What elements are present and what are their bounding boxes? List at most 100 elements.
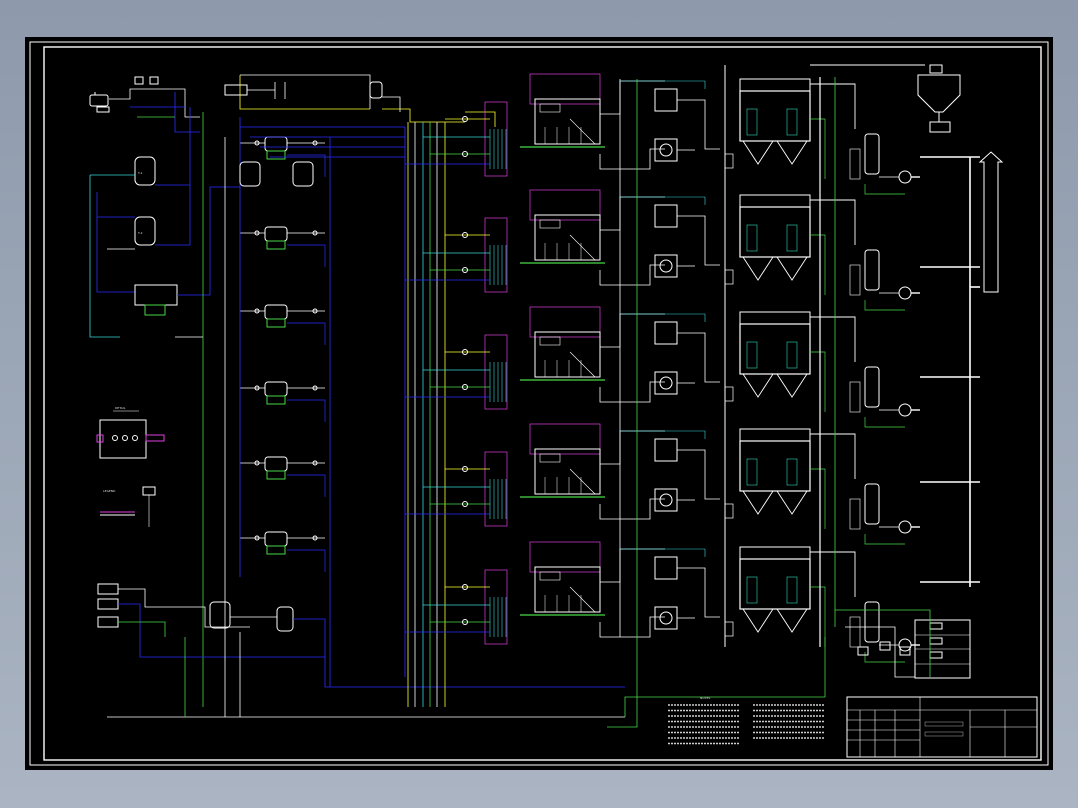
reactor-label-box xyxy=(539,103,561,113)
baghouse-hopper xyxy=(742,608,808,633)
baghouse-top xyxy=(739,78,811,92)
cyan-line xyxy=(620,430,706,439)
fan-icon xyxy=(898,286,912,300)
rotary-valve xyxy=(724,153,734,169)
filter-base xyxy=(266,545,286,555)
drain-line xyxy=(864,184,905,195)
baghouse-body xyxy=(739,90,811,142)
reactor-diagonal xyxy=(569,234,596,261)
twin-vessel xyxy=(292,161,314,187)
outlet-line xyxy=(810,199,856,245)
reactor-label-box xyxy=(539,453,561,463)
rotary-valve xyxy=(724,621,734,637)
bag-element xyxy=(786,458,798,486)
scrubber-tower xyxy=(864,601,880,643)
reactor-diagonal xyxy=(569,586,596,613)
reactor-diagonal xyxy=(569,351,596,378)
scrubber-side xyxy=(849,616,861,648)
svg-text:LEGEND: LEGEND xyxy=(103,489,116,493)
left-feed-section: T-1 T-2 DETAIL LEGEND xyxy=(89,76,625,718)
scrubber-side xyxy=(849,498,861,530)
bag-element xyxy=(746,458,758,486)
blower-box xyxy=(654,254,678,278)
bag-element xyxy=(786,341,798,369)
cooler-box xyxy=(654,204,678,228)
scrubber-tower xyxy=(864,133,880,175)
rotary-valve xyxy=(724,269,734,285)
fan-icon xyxy=(659,143,673,157)
reactor-diagonal xyxy=(569,118,596,145)
bag-element xyxy=(786,576,798,604)
outlet-line xyxy=(810,234,826,295)
outlet-line xyxy=(810,83,856,129)
filter-base xyxy=(266,150,286,160)
fan-icon xyxy=(659,376,673,390)
reactor-label-box xyxy=(539,571,561,581)
reactor-frame xyxy=(484,451,508,527)
filter-vessel xyxy=(264,304,288,320)
filter-return xyxy=(287,474,326,497)
blower-box xyxy=(654,606,678,630)
gas-line xyxy=(677,99,720,150)
cooler-box xyxy=(654,438,678,462)
filter-vessel xyxy=(264,456,288,472)
outlet-line xyxy=(810,468,826,529)
blower-box xyxy=(654,488,678,512)
fan-icon xyxy=(659,493,673,507)
bag-element xyxy=(786,224,798,252)
filter-return xyxy=(287,399,326,422)
filter-return xyxy=(287,549,326,572)
baghouse-hopper xyxy=(742,490,808,515)
process-train xyxy=(405,306,920,428)
bag-element xyxy=(746,341,758,369)
baghouse-body xyxy=(739,323,811,375)
drain-line xyxy=(864,300,905,311)
reactor-frame xyxy=(484,334,508,410)
baghouse-body xyxy=(739,558,811,610)
rotary-valve xyxy=(724,503,734,519)
scrubber-tower xyxy=(864,483,880,525)
reactor-frame xyxy=(484,569,508,645)
green-return xyxy=(607,79,638,728)
scrubber-tower xyxy=(864,249,880,291)
gas-line xyxy=(677,215,720,266)
gas-line xyxy=(677,567,720,618)
notes-and-title-block: NOTES xyxy=(668,696,1038,758)
cyan-line xyxy=(620,548,706,557)
gas-line xyxy=(677,332,720,383)
filter-unit xyxy=(240,226,326,267)
cooler-box xyxy=(654,321,678,345)
fan-icon xyxy=(898,638,912,652)
cyan-line xyxy=(620,313,706,322)
fan-icon xyxy=(659,611,673,625)
gas-line xyxy=(677,449,720,500)
filter-base xyxy=(266,318,286,328)
baghouse-hopper xyxy=(742,256,808,281)
baghouse-hopper xyxy=(742,140,808,165)
cad-canvas[interactable]: T-1 T-2 DETAIL LEGEND NOTES xyxy=(25,37,1053,770)
drain-line xyxy=(864,417,905,428)
rotary-valve xyxy=(724,386,734,402)
filter-unit xyxy=(240,531,326,572)
twin-vessel xyxy=(239,161,261,187)
fan-icon xyxy=(898,520,912,534)
filter-base xyxy=(266,395,286,405)
filter-vessel xyxy=(264,381,288,397)
baghouse-body xyxy=(739,206,811,258)
blower-box xyxy=(654,371,678,395)
outlet-line xyxy=(810,551,856,597)
outlet-line xyxy=(810,586,826,647)
outlet-line xyxy=(810,351,826,412)
scrubber-side xyxy=(849,381,861,413)
svg-text:T-2: T-2 xyxy=(137,231,143,235)
bag-element xyxy=(746,108,758,136)
filter-unit xyxy=(240,456,326,497)
filter-unit xyxy=(240,381,326,422)
drain-line xyxy=(864,534,905,545)
outlet-line xyxy=(810,118,826,179)
reactor-diagonal xyxy=(569,468,596,495)
baghouse-top xyxy=(739,428,811,442)
filter-return xyxy=(287,244,326,267)
scrubber-side xyxy=(849,148,861,180)
filter-base xyxy=(266,240,286,250)
